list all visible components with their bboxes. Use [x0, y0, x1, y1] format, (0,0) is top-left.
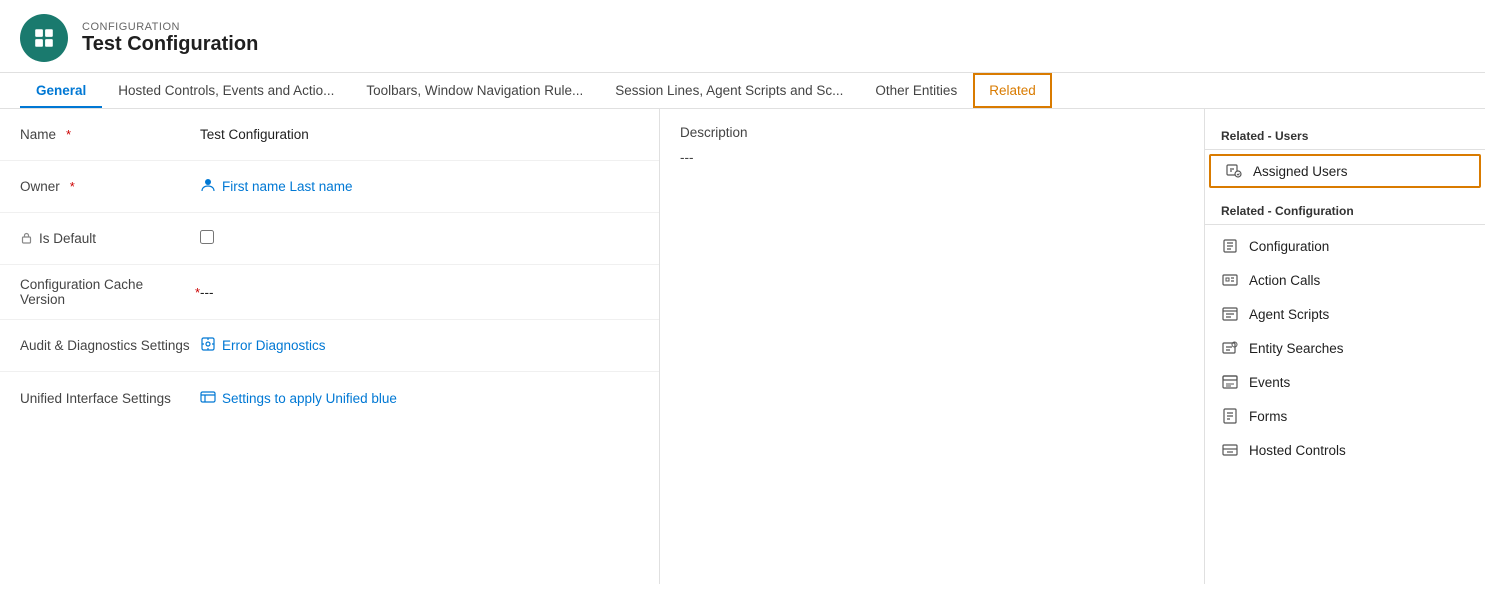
configuration-list-icon: [1221, 237, 1239, 255]
assigned-users-label: Assigned Users: [1253, 164, 1348, 179]
forms-label: Forms: [1249, 409, 1287, 424]
page-header: CONFIGURATION Test Configuration: [0, 0, 1485, 73]
spacer: [1205, 188, 1485, 196]
related-item-action-calls[interactable]: Action Calls: [1205, 263, 1485, 297]
lock-icon: [20, 231, 33, 247]
field-value-audit[interactable]: Error Diagnostics: [200, 336, 639, 355]
header-text-block: CONFIGURATION Test Configuration: [82, 21, 258, 56]
related-panel: Related - Users Assigned Users Related -…: [1205, 109, 1485, 584]
main-content: Name * Test Configuration Owner * First …: [0, 109, 1485, 584]
forms-icon: [1221, 407, 1239, 425]
related-item-forms[interactable]: Forms: [1205, 399, 1485, 433]
related-item-assigned-users[interactable]: Assigned Users: [1209, 154, 1481, 188]
form-row-name: Name * Test Configuration: [0, 109, 659, 161]
tab-toolbars[interactable]: Toolbars, Window Navigation Rule...: [350, 73, 599, 108]
related-item-events[interactable]: Events: [1205, 365, 1485, 399]
field-value-unified[interactable]: Settings to apply Unified blue: [200, 389, 639, 408]
form-row-config-cache: Configuration Cache Version * ---: [0, 265, 659, 320]
tab-session-lines[interactable]: Session Lines, Agent Scripts and Sc...: [599, 73, 859, 108]
field-label-config-cache: Configuration Cache Version *: [20, 277, 200, 307]
field-value-config-cache: ---: [200, 285, 639, 300]
field-label-is-default: Is Default: [20, 231, 200, 247]
field-label-unified: Unified Interface Settings: [20, 391, 200, 406]
agent-scripts-icon: [1221, 305, 1239, 323]
field-value-owner[interactable]: First name Last name: [200, 177, 639, 196]
entity-searches-icon: [1221, 339, 1239, 357]
field-label-owner: Owner *: [20, 179, 200, 194]
action-calls-icon: [1221, 271, 1239, 289]
description-panel: Description ---: [660, 109, 1205, 584]
tab-hosted-controls[interactable]: Hosted Controls, Events and Actio...: [102, 73, 350, 108]
form-row-audit: Audit & Diagnostics Settings Error Diagn…: [0, 320, 659, 372]
events-label: Events: [1249, 375, 1290, 390]
related-item-entity-searches[interactable]: Entity Searches: [1205, 331, 1485, 365]
related-config-title: Related - Configuration: [1205, 196, 1485, 224]
related-config-divider: [1205, 224, 1485, 225]
header-sub-label: CONFIGURATION: [82, 21, 258, 33]
form-panel: Name * Test Configuration Owner * First …: [0, 109, 660, 584]
related-users-title: Related - Users: [1205, 121, 1485, 149]
field-value-name: Test Configuration: [200, 127, 639, 142]
required-indicator-name: *: [66, 127, 71, 142]
hosted-controls-icon: [1221, 441, 1239, 459]
tab-bar: General Hosted Controls, Events and Acti…: [0, 73, 1485, 109]
person-icon: [200, 177, 216, 196]
audit-icon: [200, 336, 216, 355]
form-row-unified: Unified Interface Settings Settings to a…: [0, 372, 659, 424]
form-row-owner: Owner * First name Last name: [0, 161, 659, 213]
related-item-agent-scripts[interactable]: Agent Scripts: [1205, 297, 1485, 331]
action-calls-label: Action Calls: [1249, 273, 1320, 288]
tab-general[interactable]: General: [20, 73, 102, 108]
assigned-users-icon: [1225, 162, 1243, 180]
tab-related[interactable]: Related: [973, 73, 1052, 108]
related-users-divider: [1205, 149, 1485, 150]
entity-searches-label: Entity Searches: [1249, 341, 1344, 356]
related-item-hosted-controls[interactable]: Hosted Controls: [1205, 433, 1485, 467]
events-icon: [1221, 373, 1239, 391]
config-svg-icon: [33, 27, 55, 49]
description-value: ---: [680, 150, 1184, 165]
related-item-configuration[interactable]: Configuration: [1205, 229, 1485, 263]
page-title: Test Configuration: [82, 33, 258, 56]
configuration-icon: [20, 14, 68, 62]
is-default-checkbox[interactable]: [200, 230, 214, 244]
tab-other-entities[interactable]: Other Entities: [859, 73, 973, 108]
description-label: Description: [680, 125, 1184, 140]
field-label-name: Name *: [20, 127, 200, 142]
required-indicator-owner: *: [70, 179, 75, 194]
field-value-is-default: [200, 230, 639, 247]
hosted-controls-label: Hosted Controls: [1249, 443, 1346, 458]
form-row-is-default: Is Default: [0, 213, 659, 265]
unified-icon: [200, 389, 216, 408]
configuration-label: Configuration: [1249, 239, 1329, 254]
agent-scripts-label: Agent Scripts: [1249, 307, 1329, 322]
field-label-audit: Audit & Diagnostics Settings: [20, 338, 200, 353]
